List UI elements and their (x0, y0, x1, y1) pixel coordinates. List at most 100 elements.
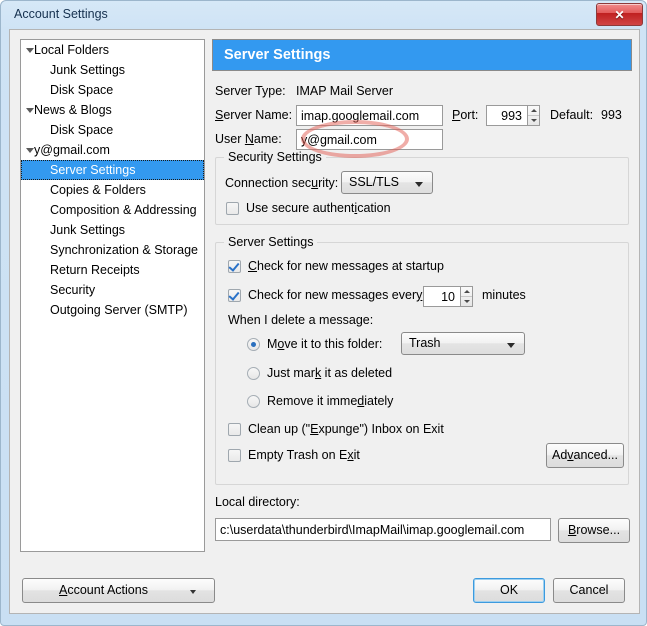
caret-up-icon (463, 290, 470, 293)
sidebar-item-news-blogs[interactable]: News & Blogs (21, 100, 204, 120)
local-directory-label: Local directory: (215, 495, 300, 509)
interval-spinner-down[interactable] (461, 297, 472, 306)
delete-move-radio[interactable] (247, 338, 260, 351)
sidebar-item-label: News & Blogs (34, 103, 112, 117)
server-type-label: Server Type: (215, 84, 286, 98)
server-settings-group-title: Server Settings (224, 235, 318, 249)
delete-remove-label: Remove it immediately (267, 394, 394, 408)
browse-button-label: Browse... (567, 523, 621, 537)
triangle-down-icon (26, 148, 34, 153)
account-actions-button[interactable]: Account Actions (22, 578, 215, 603)
caret-down-icon (463, 300, 470, 303)
user-name-label: User Name: (215, 132, 282, 146)
cancel-button[interactable]: Cancel (553, 578, 625, 603)
sidebar-item-disk-space[interactable]: Disk Space (21, 120, 204, 140)
delete-mark-label: Just mark it as deleted (267, 366, 393, 380)
server-name-input[interactable] (296, 105, 443, 126)
sidebar-item-label: Copies & Folders (50, 183, 146, 197)
sidebar-item-outgoing-server-smtp[interactable]: Outgoing Server (SMTP) (21, 300, 204, 320)
window-title: Account Settings (14, 7, 108, 21)
twisty-open-icon[interactable] (24, 40, 36, 60)
check-interval-suffix: minutes (482, 288, 526, 302)
cancel-button-label: Cancel (569, 583, 609, 597)
sidebar-item-synchronization-storage[interactable]: Synchronization & Storage (21, 240, 204, 260)
check-startup-label: Check for new messages at startup (248, 259, 444, 273)
ok-button[interactable]: OK (473, 578, 545, 603)
check-interval-input[interactable] (423, 286, 461, 307)
sidebar-item-label: Synchronization & Storage (50, 243, 199, 257)
close-icon: ✕ (614, 7, 625, 22)
security-settings-title: Security Settings (224, 150, 326, 164)
account-tree[interactable]: Local Folders Junk Settings Disk Space News… (20, 39, 205, 552)
sidebar-item-server-settings[interactable]: Server Settings (21, 160, 204, 180)
port-spinner[interactable] (527, 105, 540, 126)
twisty-open-icon[interactable] (24, 140, 36, 160)
expunge-checkbox[interactable] (228, 423, 241, 436)
sidebar-item-copies-folders[interactable]: Copies & Folders (21, 180, 204, 200)
server-settings-group: Server Settings Check for new messages a… (215, 235, 629, 485)
sidebar-item-label: Disk Space (50, 83, 114, 97)
local-directory-input[interactable] (215, 518, 551, 541)
sidebar-item-return-receipts[interactable]: Return Receipts (21, 260, 204, 280)
sidebar-item-label: Disk Space (50, 123, 114, 137)
chevron-down-icon (190, 590, 196, 594)
security-settings-group: Security Settings Connection security: S… (215, 150, 629, 225)
trash-folder-dropdown[interactable]: Trash (401, 332, 525, 355)
trash-folder-value: Trash (409, 336, 441, 350)
triangle-down-icon (26, 48, 34, 53)
advanced-button-label: Advanced... (551, 448, 619, 462)
port-spinner-up[interactable] (528, 106, 539, 116)
port-input[interactable] (486, 105, 528, 126)
chevron-down-icon (415, 182, 423, 187)
sidebar-item-label: Outgoing Server (SMTP) (50, 303, 188, 317)
check-interval-checkbox[interactable] (228, 289, 241, 302)
sidebar-item-label: Security (50, 283, 96, 297)
ok-button-label: OK (499, 583, 519, 597)
pane-title: Server Settings (212, 39, 632, 71)
sidebar-item-label: Composition & Addressing (50, 203, 197, 217)
delete-move-label: Move it to this folder: (267, 337, 383, 351)
sidebar-item-label: Junk Settings (50, 63, 126, 77)
connection-security-label: Connection security: (225, 176, 339, 190)
sidebar-item-security[interactable]: Security (21, 280, 204, 300)
connection-security-dropdown[interactable]: SSL/TLS (341, 171, 433, 194)
twisty-open-icon[interactable] (24, 100, 36, 120)
dialog-client-area: Local Folders Junk Settings Disk Space News… (9, 29, 640, 614)
sidebar-item-label: Junk Settings (50, 223, 126, 237)
check-interval-spinner[interactable] (460, 286, 473, 307)
caret-up-icon (530, 109, 537, 112)
sidebar-item-label: Return Receipts (50, 263, 140, 277)
delete-mark-radio[interactable] (247, 367, 260, 380)
server-type-value: IMAP Mail Server (296, 84, 394, 98)
caret-down-icon (530, 119, 537, 122)
expunge-label: Clean up ("Expunge") Inbox on Exit (248, 422, 444, 436)
delete-remove-radio[interactable] (247, 395, 260, 408)
empty-trash-checkbox[interactable] (228, 449, 241, 462)
sidebar-item-label: y@gmail.com (34, 143, 110, 157)
sidebar-item-y-gmail-com[interactable]: y@gmail.com (21, 140, 204, 160)
advanced-button[interactable]: Advanced... (546, 443, 624, 468)
sidebar-item-junk-settings[interactable]: Junk Settings (21, 60, 204, 80)
delete-message-heading: When I delete a message: (228, 313, 374, 327)
empty-trash-label: Empty Trash on Exit (248, 448, 360, 462)
secure-auth-label: Use secure authentication (246, 201, 391, 215)
port-spinner-down[interactable] (528, 116, 539, 125)
chevron-down-icon (507, 343, 515, 348)
account-actions-label-rest: ccount Actions (67, 583, 148, 597)
check-startup-checkbox[interactable] (228, 260, 241, 273)
check-interval-label: Check for new messages every (248, 288, 423, 302)
sidebar-item-disk-space[interactable]: Disk Space (21, 80, 204, 100)
user-name-input[interactable] (296, 129, 443, 150)
sidebar-item-label: Local Folders (34, 43, 110, 57)
browse-button[interactable]: Browse... (558, 518, 630, 543)
sidebar-item-junk-settings[interactable]: Junk Settings (21, 220, 204, 240)
sidebar-item-local-folders[interactable]: Local Folders (21, 40, 204, 60)
sidebar-item-composition-addressing[interactable]: Composition & Addressing (21, 200, 204, 220)
default-port-value: 993 (601, 108, 622, 122)
sidebar-item-label: Server Settings (50, 163, 136, 177)
close-button[interactable]: ✕ (596, 3, 643, 26)
connection-security-value: SSL/TLS (349, 175, 400, 189)
secure-auth-checkbox[interactable] (226, 202, 239, 215)
triangle-down-icon (26, 108, 34, 113)
interval-spinner-up[interactable] (461, 287, 472, 297)
